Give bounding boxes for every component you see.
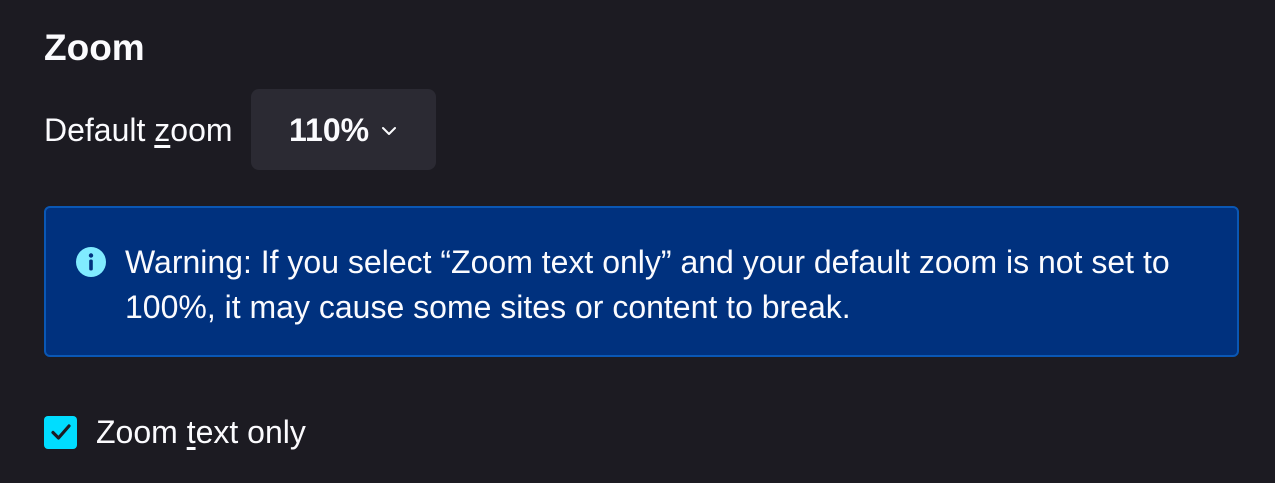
info-icon bbox=[75, 246, 107, 278]
default-zoom-accesskey: z bbox=[154, 111, 171, 148]
zoom-settings-section: Zoom Default zoom 110% Warning: If you s… bbox=[0, 0, 1275, 483]
zoom-text-only-label-suffix: ext only bbox=[195, 414, 306, 450]
zoom-text-only-accesskey: t bbox=[186, 414, 196, 450]
warning-message: Warning: If you select “Zoom text only” … bbox=[125, 244, 1170, 325]
default-zoom-dropdown[interactable]: 110% bbox=[250, 89, 436, 170]
zoom-text-only-option[interactable]: Zoom text only bbox=[44, 410, 306, 454]
checkmark-icon bbox=[50, 424, 71, 440]
chevron-down-icon bbox=[381, 126, 397, 136]
section-title: Zoom bbox=[44, 27, 145, 68]
default-zoom-label-suffix: oom bbox=[170, 111, 233, 148]
zoom-text-only-label[interactable]: Zoom text only bbox=[96, 412, 306, 452]
default-zoom-label-prefix: Default bbox=[44, 111, 155, 148]
default-zoom-row: Default zoom 110% bbox=[44, 89, 436, 170]
zoom-warning-notice: Warning: If you select “Zoom text only” … bbox=[44, 206, 1239, 357]
default-zoom-value: 110% bbox=[288, 111, 370, 148]
zoom-text-only-checkbox[interactable] bbox=[44, 415, 77, 449]
zoom-text-only-label-prefix: Zoom bbox=[96, 414, 187, 450]
default-zoom-label: Default zoom bbox=[44, 110, 233, 150]
